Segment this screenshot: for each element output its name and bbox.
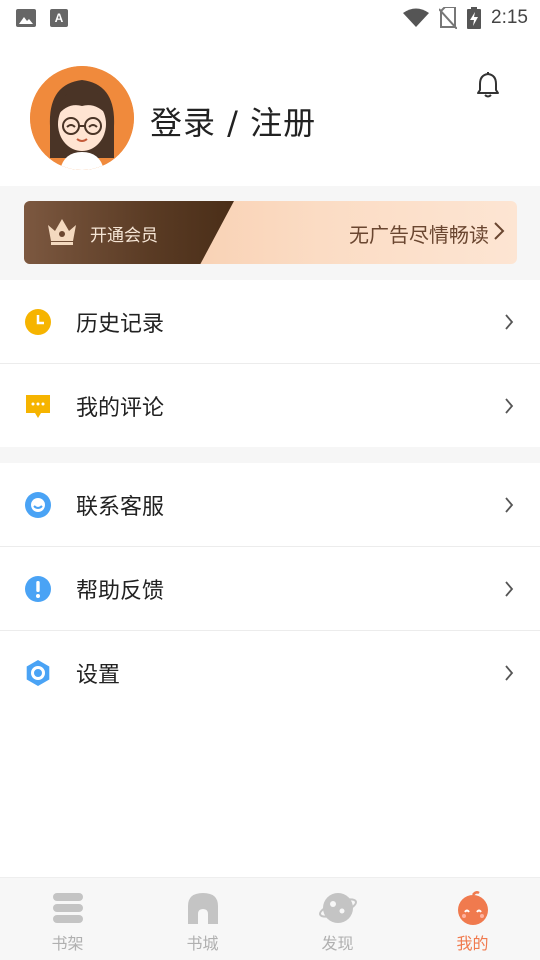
chevron-right-icon: [505, 313, 514, 330]
menu-label: 联系客服: [76, 494, 165, 520]
tab-label: 书架: [51, 934, 84, 953]
menu-group-secondary: 联系客服 帮助反馈 设置: [0, 463, 540, 715]
mine-icon: [457, 891, 488, 925]
tab-label: 发现: [321, 934, 354, 953]
chevron-right-icon: [505, 580, 514, 597]
clock-icon: [25, 308, 51, 335]
menu-item-history[interactable]: 历史记录: [0, 280, 540, 364]
chevron-right-icon: [505, 665, 514, 681]
menu-label: 设置: [76, 663, 121, 688]
font-icon: A: [50, 9, 68, 27]
exclamation-icon: [25, 575, 51, 602]
chevron-right-icon: [505, 398, 514, 414]
menu-label: 历史记录: [76, 311, 165, 337]
customer-service-icon: [25, 491, 51, 518]
vip-promo-text: 无广告尽情畅读: [349, 223, 489, 247]
tab-mine[interactable]: 我的: [405, 878, 540, 960]
wifi-icon: [403, 8, 430, 27]
menu-label: 帮助反馈: [76, 578, 165, 604]
section-divider: [0, 447, 540, 463]
menu-item-settings[interactable]: 设置: [0, 631, 540, 715]
vip-section: 开通会员 无广告尽情畅读: [0, 186, 540, 280]
vip-banner[interactable]: 开通会员 无广告尽情畅读: [24, 201, 517, 264]
bookstore-icon: [187, 893, 218, 924]
profile-header: 登录 / 注册: [0, 36, 540, 186]
avatar[interactable]: [30, 66, 134, 170]
tab-bookstore[interactable]: 书城: [135, 878, 270, 960]
image-icon: [16, 9, 36, 27]
menu-label: 我的评论: [76, 396, 165, 421]
status-time: 2:15: [491, 7, 528, 28]
chevron-right-icon: [494, 222, 505, 240]
menu-item-help-feedback[interactable]: 帮助反馈: [0, 547, 540, 631]
comment-icon: [26, 395, 50, 418]
bottom-tab-bar: 书架 书城 发现 我的: [0, 877, 540, 960]
no-sim-icon: [439, 7, 458, 29]
avatar-girl-illustration: [30, 66, 134, 170]
tab-label: 书城: [186, 934, 219, 953]
tab-discover[interactable]: 发现: [270, 878, 405, 960]
crown-icon: [48, 219, 76, 245]
login-register-link[interactable]: 登录 / 注册: [150, 98, 316, 144]
battery-charging-icon: [467, 7, 482, 29]
bookshelf-icon: [52, 893, 83, 923]
status-bar: A 2:15: [0, 0, 540, 36]
bell-icon[interactable]: [476, 72, 500, 98]
tab-label: 我的: [456, 934, 489, 953]
tab-bookshelf[interactable]: 书架: [0, 878, 135, 960]
svg-text:A: A: [55, 11, 64, 25]
settings-icon: [26, 660, 50, 686]
menu-item-customer-service[interactable]: 联系客服: [0, 463, 540, 547]
menu-group-primary: 历史记录 我的评论: [0, 280, 540, 448]
vip-label: 开通会员: [90, 226, 158, 246]
menu-item-my-comments[interactable]: 我的评论: [0, 364, 540, 448]
discover-icon: [318, 893, 357, 923]
chevron-right-icon: [505, 496, 514, 513]
